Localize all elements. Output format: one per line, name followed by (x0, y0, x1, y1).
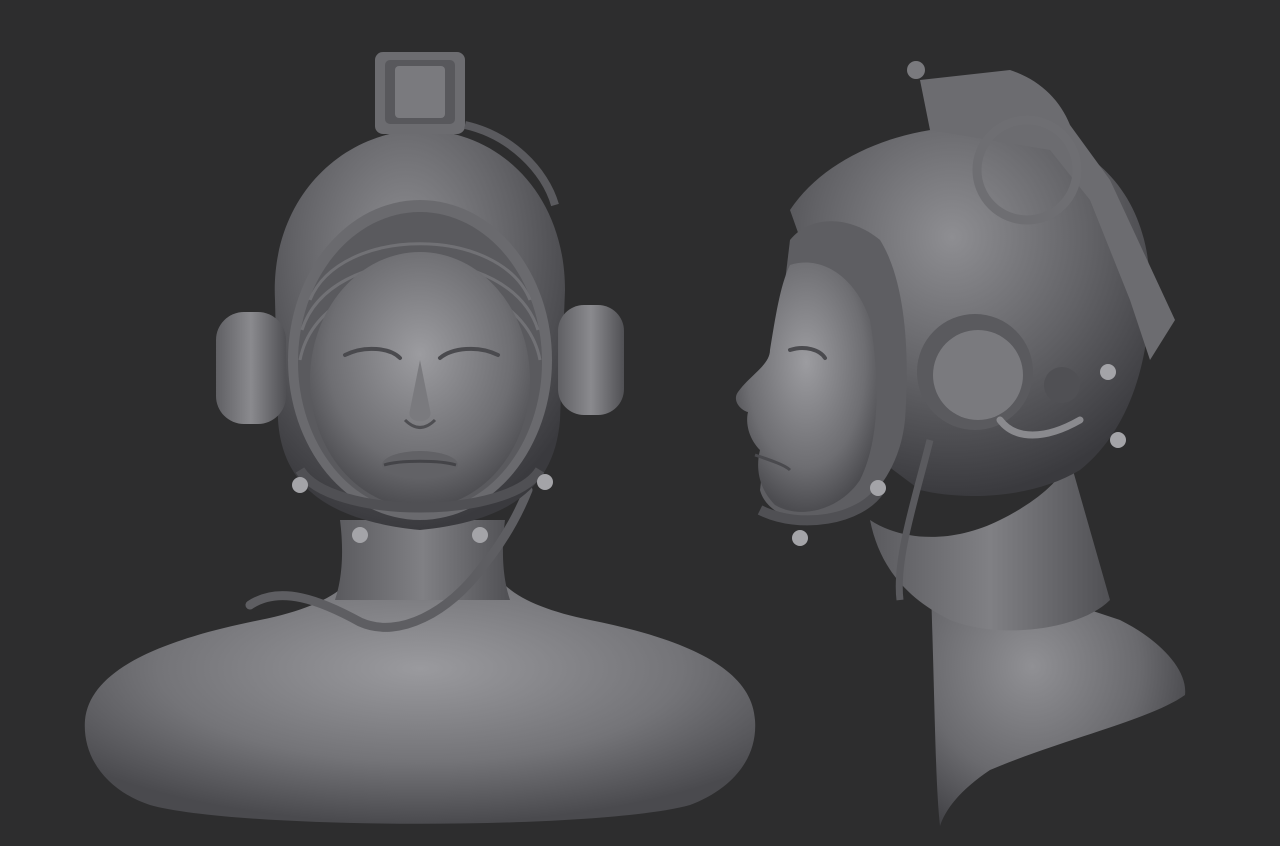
front-bust (84, 52, 756, 824)
viewport (0, 0, 1280, 846)
side-bust (735, 61, 1186, 826)
render-canvas (84, 52, 1186, 826)
front-right-earcup (558, 305, 624, 415)
front-left-earcup (216, 312, 286, 424)
side-face (735, 262, 877, 512)
